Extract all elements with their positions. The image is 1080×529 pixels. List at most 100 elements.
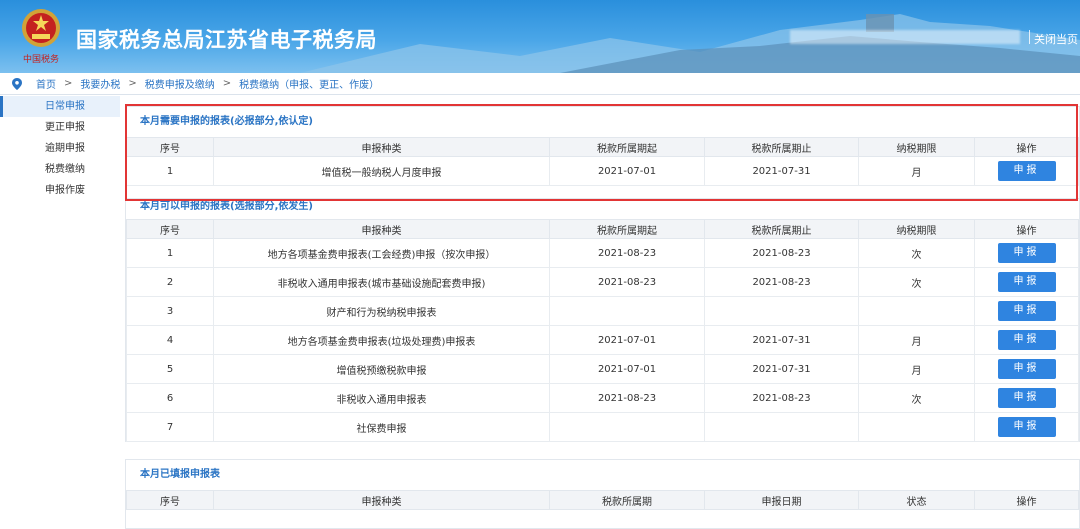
- location-pin-icon: [12, 77, 22, 90]
- table-header-row: 序号 申报种类 税款所属期起 税款所属期止 纳税期限 操作: [126, 137, 1079, 157]
- sidebar-item-daily-declaration[interactable]: 日常申报: [0, 96, 120, 117]
- col-header: 序号: [126, 219, 214, 239]
- breadcrumb-declare-pay[interactable]: 税费申报及缴纳: [145, 76, 215, 91]
- cell-start: 2021-07-01: [549, 156, 705, 186]
- breadcrumb-current: 税费缴纳（申报、更正、作废）: [239, 80, 380, 91]
- cell-action: 申报: [974, 383, 1079, 413]
- site-header: 中国税务 国家税务总局江苏省电子税务局 关闭当页: [0, 0, 1080, 73]
- col-header: 申报日期: [704, 490, 859, 510]
- cell-type: 社保费申报: [213, 412, 550, 442]
- table-row: 1 地方各项基金费申报表(工会经费)申报（按次申报） 2021-08-23 2021-…: [126, 238, 1079, 268]
- section-title: 本月需要申报的报表(必报部分,依认定): [126, 107, 1079, 137]
- cell-period: 次: [858, 383, 975, 413]
- cell-no: 2: [126, 267, 214, 297]
- declare-button[interactable]: 申报: [997, 330, 1056, 350]
- cell-start: 2021-07-01: [549, 325, 705, 355]
- table-row: 1 增值税一般纳税人月度申报 2021-07-01 2021-07-31 月 申…: [126, 156, 1079, 186]
- col-header: 税款所属期止: [704, 219, 859, 239]
- cell-end: 2021-07-31: [704, 156, 859, 186]
- user-info-blurred: [790, 30, 1020, 44]
- col-header: 税款所属期起: [549, 137, 705, 157]
- table-header-row: 序号 申报种类 税款所属期 申报日期 状态 操作: [126, 490, 1079, 510]
- col-header: 纳税期限: [858, 137, 975, 157]
- col-header: 纳税期限: [858, 219, 975, 239]
- cell-start: [549, 412, 705, 442]
- col-header: 序号: [126, 490, 214, 510]
- cell-type: 增值税一般纳税人月度申报: [213, 156, 550, 186]
- table-row: 4 地方各项基金费申报表(垃圾处理费)申报表 2021-07-01 2021-07-3…: [126, 325, 1079, 355]
- cell-no: 6: [126, 383, 214, 413]
- table-row: 3 财产和行为税纳税申报表 申报: [126, 296, 1079, 326]
- tax-emblem-logo: 中国税务: [18, 6, 64, 68]
- table-row: 2 非税收入通用申报表(城市基础设施配套费申报) 2021-08-23 2021-08…: [126, 267, 1079, 297]
- declare-button[interactable]: 申报: [997, 388, 1056, 408]
- cell-no: 7: [126, 412, 214, 442]
- table-header-row: 序号 申报种类 税款所属期起 税款所属期止 纳税期限 操作: [126, 219, 1079, 239]
- breadcrumb-separator: >: [128, 78, 137, 89]
- declare-button[interactable]: 申报: [997, 272, 1056, 292]
- cell-no: 1: [126, 156, 214, 186]
- cell-end: 2021-08-23: [704, 383, 859, 413]
- optional-forms-section: 本月可以申报的报表(选报部分,依发生) 序号 申报种类 税款所属期起 税款所属期…: [125, 199, 1080, 442]
- sidebar-item-correction[interactable]: 更正申报: [0, 117, 120, 138]
- cell-type: 增值税预缴税款申报: [213, 354, 550, 384]
- cell-no: 5: [126, 354, 214, 384]
- cell-action: 申报: [974, 156, 1079, 186]
- cell-period: 月: [858, 354, 975, 384]
- table-row: 7 社保费申报 申报: [126, 412, 1079, 442]
- col-header: 操作: [974, 219, 1079, 239]
- optional-forms-table: 序号 申报种类 税款所属期起 税款所属期止 纳税期限 操作 1 地方各项基金费申报…: [126, 219, 1079, 442]
- cell-end: [704, 412, 859, 442]
- cell-action: 申报: [974, 267, 1079, 297]
- table-row: 6 非税收入通用申报表 2021-08-23 2021-08-23 次申报: [126, 383, 1079, 413]
- declare-button[interactable]: 申报: [997, 243, 1056, 263]
- col-header: 税款所属期起: [549, 219, 705, 239]
- declare-button[interactable]: 申报: [997, 301, 1056, 321]
- main-content: 本月需要申报的报表(必报部分,依认定) 序号 申报种类 税款所属期起 税款所属期…: [125, 106, 1080, 529]
- cell-no: 4: [126, 325, 214, 355]
- breadcrumb-do-tax[interactable]: 我要办税: [80, 76, 120, 91]
- breadcrumb-home[interactable]: 首页: [36, 76, 56, 91]
- col-header: 税款所属期: [549, 490, 705, 510]
- col-header: 操作: [974, 137, 1079, 157]
- required-forms-section: 本月需要申报的报表(必报部分,依认定) 序号 申报种类 税款所属期起 税款所属期…: [125, 106, 1080, 199]
- declare-button[interactable]: 申报: [997, 359, 1056, 379]
- optional-table-body: 1 地方各项基金费申报表(工会经费)申报（按次申报） 2021-08-23 2021-…: [126, 238, 1079, 442]
- col-header: 状态: [858, 490, 975, 510]
- sidebar-item-payment[interactable]: 税费缴纳: [0, 159, 120, 180]
- header-divider: [1029, 30, 1030, 44]
- cell-no: 1: [126, 238, 214, 268]
- cell-action: 申报: [974, 238, 1079, 268]
- cell-period: 月: [858, 325, 975, 355]
- cell-start: 2021-08-23: [549, 267, 705, 297]
- sidebar-item-overdue[interactable]: 逾期申报: [0, 138, 120, 159]
- table-row: 5 增值税预缴税款申报 2021-07-01 2021-07-31 月 申报: [126, 354, 1079, 384]
- svg-text:中国税务: 中国税务: [23, 53, 59, 65]
- col-header: 操作: [974, 490, 1079, 510]
- cell-no: 3: [126, 296, 214, 326]
- close-page-link[interactable]: 关闭当页: [1034, 31, 1078, 47]
- cell-end: 2021-08-23: [704, 238, 859, 268]
- cell-start: 2021-08-23: [549, 238, 705, 268]
- cell-period: [858, 296, 975, 326]
- col-header: 税款所属期止: [704, 137, 859, 157]
- col-header: 申报种类: [213, 219, 550, 239]
- cell-action: 申报: [974, 354, 1079, 384]
- cell-type: 地方各项基金费申报表(垃圾处理费)申报表: [213, 325, 550, 355]
- section-title: 本月可以申报的报表(选报部分,依发生): [126, 199, 1079, 219]
- cell-type: 非税收入通用申报表(城市基础设施配套费申报): [213, 267, 550, 297]
- cell-end: 2021-08-23: [704, 267, 859, 297]
- cell-start: 2021-07-01: [549, 354, 705, 384]
- declare-button[interactable]: 申报: [997, 161, 1056, 181]
- breadcrumb-separator: >: [64, 78, 73, 89]
- sidebar: 日常申报 更正申报 逾期申报 税费缴纳 申报作废: [0, 96, 120, 527]
- required-forms-table: 序号 申报种类 税款所属期起 税款所属期止 纳税期限 操作 1 增值税一般纳税人…: [126, 137, 1079, 186]
- cell-end: 2021-07-31: [704, 354, 859, 384]
- cell-type: 地方各项基金费申报表(工会经费)申报（按次申报）: [213, 238, 550, 268]
- cell-action: 申报: [974, 412, 1079, 442]
- sidebar-item-void[interactable]: 申报作废: [0, 180, 120, 201]
- filed-forms-table: 序号 申报种类 税款所属期 申报日期 状态 操作: [126, 490, 1079, 510]
- cell-action: 申报: [974, 296, 1079, 326]
- declare-button[interactable]: 申报: [997, 417, 1056, 437]
- breadcrumb-separator: >: [222, 78, 232, 89]
